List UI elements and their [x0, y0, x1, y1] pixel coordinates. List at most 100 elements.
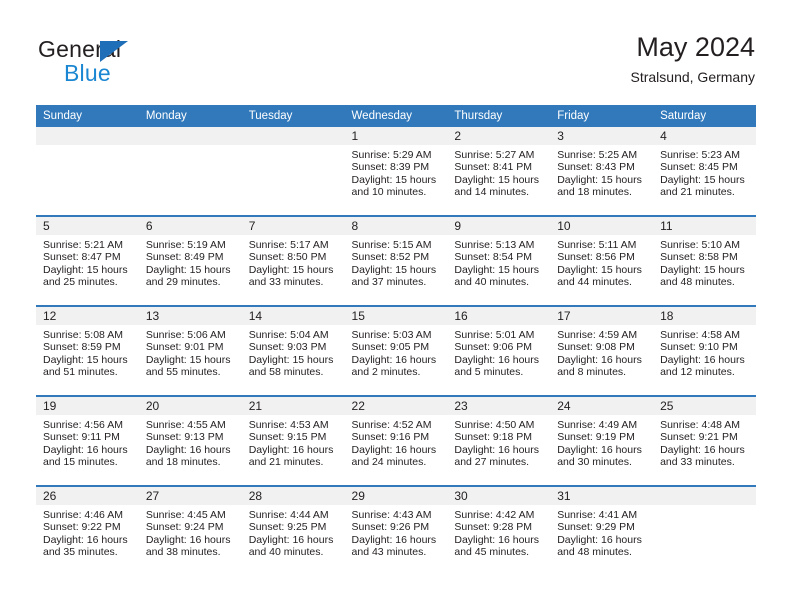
calendar-day-cell[interactable]: 17 Sunrise: 4:59 AM Sunset: 9:08 PM Dayligh… [550, 305, 654, 396]
day-cell-inner: 29 Sunrise: 4:43 AM Sunset: 9:26 PM Dayligh… [344, 487, 448, 575]
sunset-text: Sunset: 8:52 PM [351, 251, 430, 264]
sunset-text: Sunset: 9:06 PM [454, 341, 533, 354]
day-details: Sunrise: 5:13 AM Sunset: 8:54 PM Daylight:… [447, 235, 550, 289]
day-number: 25 [653, 397, 756, 415]
day-cell-inner: 18 Sunrise: 4:58 AM Sunset: 9:10 PM Dayligh… [653, 307, 756, 395]
calendar-day-cell[interactable]: 4 Sunrise: 5:23 AM Sunset: 8:45 PM Daylight… [653, 127, 756, 216]
day-number [241, 127, 345, 145]
day-number: 10 [550, 217, 654, 235]
calendar-day-cell[interactable]: 12 Sunrise: 5:08 AM Sunset: 8:59 PM Dayligh… [36, 305, 139, 396]
calendar-day-cell[interactable]: 9 Sunrise: 5:13 AM Sunset: 8:54 PM Daylight… [447, 215, 551, 306]
sunrise-text: Sunrise: 4:55 AM [145, 419, 226, 431]
day-cell-inner: 11 Sunrise: 5:10 AM Sunset: 8:58 PM Dayligh… [653, 217, 756, 305]
weekday-header-monday: Monday [138, 105, 242, 127]
calendar-day-cell[interactable]: 6 Sunrise: 5:19 AM Sunset: 8:49 PM Daylight… [138, 215, 242, 306]
calendar-day-cell[interactable]: 21 Sunrise: 4:53 AM Sunset: 9:15 PM Dayligh… [241, 395, 345, 486]
day-number [36, 127, 139, 145]
sunrise-text: Sunrise: 5:17 AM [248, 239, 329, 251]
day-cell-inner [36, 127, 139, 215]
calendar-day-cell[interactable]: 31 Sunrise: 4:41 AM Sunset: 9:29 PM Dayligh… [550, 485, 654, 575]
calendar-day-cell[interactable]: 23 Sunrise: 4:50 AM Sunset: 9:18 PM Dayligh… [447, 395, 551, 486]
day-number: 11 [653, 217, 756, 235]
sunrise-text: Sunrise: 4:49 AM [557, 419, 638, 431]
sunset-text: Sunset: 8:41 PM [454, 161, 533, 174]
calendar-day-cell[interactable]: 5 Sunrise: 5:21 AM Sunset: 8:47 PM Daylight… [36, 215, 139, 306]
calendar-day-cell[interactable]: 22 Sunrise: 4:52 AM Sunset: 9:16 PM Dayligh… [344, 395, 448, 486]
day-details: Sunrise: 4:45 AM Sunset: 9:24 PM Daylight:… [139, 505, 242, 559]
daylight-text-line1: Daylight: 16 hours [248, 443, 334, 456]
day-cell-inner: 12 Sunrise: 5:08 AM Sunset: 8:59 PM Dayligh… [36, 307, 139, 395]
calendar-day-cell[interactable]: 10 Sunrise: 5:11 AM Sunset: 8:56 PM Dayligh… [550, 215, 654, 306]
sunrise-text: Sunrise: 5:29 AM [351, 149, 432, 161]
sunrise-text: Sunrise: 4:53 AM [248, 419, 329, 431]
calendar-day-cell[interactable]: 14 Sunrise: 5:04 AM Sunset: 9:03 PM Dayligh… [241, 305, 345, 396]
daylight-text-line2: and 12 minutes. [660, 366, 735, 379]
day-details: Sunrise: 5:25 AM Sunset: 8:43 PM Daylight:… [550, 145, 653, 199]
calendar-day-cell[interactable]: 19 Sunrise: 4:56 AM Sunset: 9:11 PM Dayligh… [36, 395, 139, 486]
day-cell-inner [241, 127, 345, 215]
day-number: 12 [36, 307, 139, 325]
calendar-day-cell[interactable]: 28 Sunrise: 4:44 AM Sunset: 9:25 PM Dayligh… [241, 485, 345, 575]
day-cell-inner: 10 Sunrise: 5:11 AM Sunset: 8:56 PM Dayligh… [550, 217, 654, 305]
day-details: Sunrise: 5:15 AM Sunset: 8:52 PM Daylight:… [345, 235, 448, 289]
calendar-week-row: 26 Sunrise: 4:46 AM Sunset: 9:22 PM Dayligh… [36, 485, 756, 575]
calendar-day-cell[interactable]: 20 Sunrise: 4:55 AM Sunset: 9:13 PM Dayligh… [138, 395, 242, 486]
calendar-day-cell[interactable]: 13 Sunrise: 5:06 AM Sunset: 9:01 PM Dayligh… [138, 305, 242, 396]
sunset-text: Sunset: 8:49 PM [145, 251, 224, 264]
calendar-day-cell[interactable]: 15 Sunrise: 5:03 AM Sunset: 9:05 PM Dayligh… [344, 305, 448, 396]
daylight-text-line1: Daylight: 15 hours [43, 353, 128, 366]
calendar-day-cell[interactable]: 16 Sunrise: 5:01 AM Sunset: 9:06 PM Dayligh… [447, 305, 551, 396]
sunset-text: Sunset: 9:03 PM [248, 341, 327, 354]
sunset-text: Sunset: 8:50 PM [248, 251, 327, 264]
calendar-day-cell[interactable]: 25 Sunrise: 4:48 AM Sunset: 9:21 PM Dayligh… [653, 395, 756, 486]
day-cell-inner: 23 Sunrise: 4:50 AM Sunset: 9:18 PM Dayligh… [447, 397, 551, 485]
calendar-day-cell[interactable]: 3 Sunrise: 5:25 AM Sunset: 8:43 PM Daylight… [550, 127, 654, 216]
day-cell-inner: 3 Sunrise: 5:25 AM Sunset: 8:43 PM Daylight… [550, 127, 654, 215]
day-number: 26 [36, 487, 139, 505]
daylight-text-line2: and 2 minutes. [351, 366, 421, 379]
calendar-day-cell[interactable]: 24 Sunrise: 4:49 AM Sunset: 9:19 PM Dayligh… [550, 395, 654, 486]
sunrise-text: Sunrise: 4:44 AM [248, 509, 329, 521]
calendar-day-cell[interactable]: 2 Sunrise: 5:27 AM Sunset: 8:41 PM Daylight… [447, 127, 551, 216]
calendar-day-cell[interactable]: 26 Sunrise: 4:46 AM Sunset: 9:22 PM Dayligh… [36, 485, 139, 575]
day-number: 29 [344, 487, 448, 505]
daylight-text-line2: and 18 minutes. [145, 456, 221, 469]
daylight-text-line2: and 15 minutes. [43, 456, 118, 469]
sunset-text: Sunset: 8:56 PM [557, 251, 635, 264]
daylight-text-line1: Daylight: 16 hours [351, 533, 437, 546]
day-details: Sunrise: 4:53 AM Sunset: 9:15 PM Daylight:… [242, 415, 345, 469]
daylight-text-line1: Daylight: 16 hours [660, 443, 745, 456]
sunset-text: Sunset: 8:58 PM [660, 251, 738, 264]
calendar-day-cell[interactable]: 29 Sunrise: 4:43 AM Sunset: 9:26 PM Dayligh… [344, 485, 448, 575]
calendar-day-cell[interactable]: 18 Sunrise: 4:58 AM Sunset: 9:10 PM Dayligh… [653, 305, 756, 396]
daylight-text-line2: and 55 minutes. [145, 366, 221, 379]
brand-logo[interactable]: General Blue [38, 36, 238, 92]
daylight-text-line2: and 21 minutes. [248, 456, 324, 469]
calendar-day-cell[interactable]: 30 Sunrise: 4:42 AM Sunset: 9:28 PM Dayligh… [447, 485, 551, 575]
calendar-day-cell[interactable]: 8 Sunrise: 5:15 AM Sunset: 8:52 PM Daylight… [344, 215, 448, 306]
day-cell-inner: 5 Sunrise: 5:21 AM Sunset: 8:47 PM Daylight… [36, 217, 139, 305]
day-number: 13 [138, 307, 242, 325]
day-cell-inner: 26 Sunrise: 4:46 AM Sunset: 9:22 PM Dayligh… [36, 487, 139, 575]
page-header: General Blue May 2024 Stralsund, Germany [0, 0, 792, 104]
daylight-text-line2: and 14 minutes. [454, 186, 530, 199]
daylight-text-line2: and 8 minutes. [557, 366, 627, 379]
daylight-text-line1: Daylight: 15 hours [351, 263, 437, 276]
calendar-day-cell[interactable]: 1 Sunrise: 5:29 AM Sunset: 8:39 PM Daylight… [344, 127, 448, 216]
day-number: 14 [241, 307, 345, 325]
weekday-header-saturday: Saturday [653, 105, 756, 127]
calendar-day-cell[interactable]: 27 Sunrise: 4:45 AM Sunset: 9:24 PM Dayligh… [138, 485, 242, 575]
day-details: Sunrise: 4:44 AM Sunset: 9:25 PM Daylight:… [242, 505, 345, 559]
sunset-text: Sunset: 8:59 PM [43, 341, 121, 354]
calendar-week-row: 12 Sunrise: 5:08 AM Sunset: 8:59 PM Dayligh… [36, 305, 756, 396]
day-number: 7 [241, 217, 345, 235]
calendar-day-cell[interactable]: 7 Sunrise: 5:17 AM Sunset: 8:50 PM Daylight… [241, 215, 345, 306]
day-details: Sunrise: 5:06 AM Sunset: 9:01 PM Daylight:… [139, 325, 242, 379]
calendar-day-cell[interactable]: 11 Sunrise: 5:10 AM Sunset: 8:58 PM Dayligh… [653, 215, 756, 306]
day-details: Sunrise: 4:48 AM Sunset: 9:21 PM Daylight:… [653, 415, 756, 469]
calendar-day-cell-empty [36, 127, 139, 216]
sunrise-text: Sunrise: 4:46 AM [43, 509, 123, 521]
day-details: Sunrise: 5:04 AM Sunset: 9:03 PM Daylight:… [242, 325, 345, 379]
sunrise-text: Sunrise: 4:45 AM [145, 509, 226, 521]
day-number: 1 [344, 127, 448, 145]
